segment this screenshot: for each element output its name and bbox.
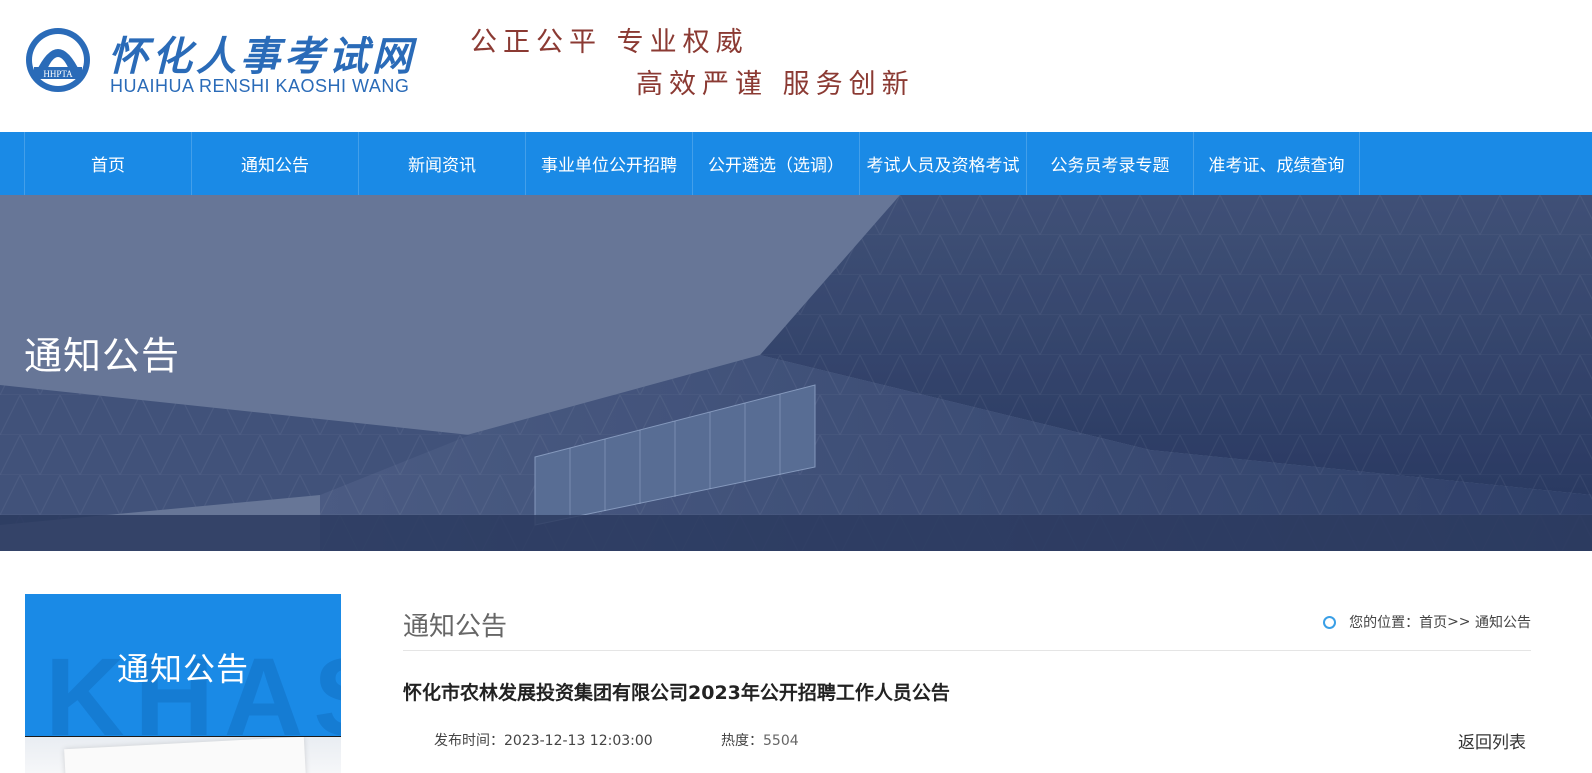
back-to-list-link[interactable]: 返回列表 [1458,728,1526,753]
publish-time: 发布时间：2023-12-13 12:03:00 [434,730,653,750]
nav-item-selection[interactable]: 公开遴选（选调） [692,132,859,195]
location-ring-icon [1323,615,1337,629]
breadcrumb-prefix: 您的位置： [1349,615,1420,631]
publish-time-label: 发布时间： [434,733,504,749]
nav-item-public-recruitment[interactable]: 事业单位公开招聘 [525,132,692,195]
sidebar-image-paper [64,737,306,773]
main-nav: 首页 通知公告 新闻资讯 事业单位公开招聘 公开遴选（选调） 考试人员及资格考试… [0,132,1592,195]
sidebar-title: 通知公告 [116,650,249,688]
svg-text:HHPTA: HHPTA [43,69,73,79]
breadcrumb-home-link[interactable]: 首页 [1419,612,1447,632]
slogan-line-2: 高效严谨 服务创新 [636,69,915,100]
nav-item-civil-service[interactable]: 公务员考录专题 [1026,132,1193,195]
site-logo[interactable]: HHPTA 怀化人事考试网 HUAIHUA RENSHI KAOSHI WANG [22,20,412,100]
nav-list: 首页 通知公告 新闻资讯 事业单位公开招聘 公开遴选（选调） 考试人员及资格考试… [24,132,1360,195]
heat-label: 热度： [721,733,763,749]
logo-emblem-icon: HHPTA [26,28,90,92]
nav-item-admission-scores[interactable]: 准考证、成绩查询 [1193,132,1360,195]
logo-chinese-text: 怀化人事考试网 [108,33,416,80]
article-title: 怀化市农林发展投资集团有限公司2023年公开招聘工作人员公告 [403,682,950,704]
section-title: 通知公告 [403,612,508,642]
banner-building-image [0,195,1592,551]
breadcrumb-current-link[interactable]: 通知公告 [1475,612,1531,632]
nav-item-news[interactable]: 新闻资讯 [358,132,525,195]
section-header: 通知公告 您的位置： 首页 >> 通知公告 [403,600,1531,651]
site-header: HHPTA 怀化人事考试网 HUAIHUA RENSHI KAOSHI WANG… [0,0,1592,132]
logo-english-text: HUAIHUA RENSHI KAOSHI WANG [110,76,410,96]
sidebar-image [25,736,341,773]
banner-title: 通知公告 [24,334,181,378]
nav-item-notices[interactable]: 通知公告 [191,132,358,195]
page-banner: 通知公告 [0,195,1592,551]
slogan-line-1: 公正公平 专业权威 [470,27,749,58]
heat-value: 5504 [763,733,799,749]
breadcrumb: 您的位置： 首页 >> 通知公告 [1323,612,1531,632]
publish-time-value: 2023-12-13 12:03:00 [504,733,653,749]
nav-item-qualification-exams[interactable]: 考试人员及资格考试 [859,132,1026,195]
breadcrumb-separator: >> [1447,614,1471,630]
nav-item-home[interactable]: 首页 [24,132,191,195]
sidebar-header: KHAS 通知公告 [25,594,341,736]
heat-count: 热度：5504 [721,730,799,750]
